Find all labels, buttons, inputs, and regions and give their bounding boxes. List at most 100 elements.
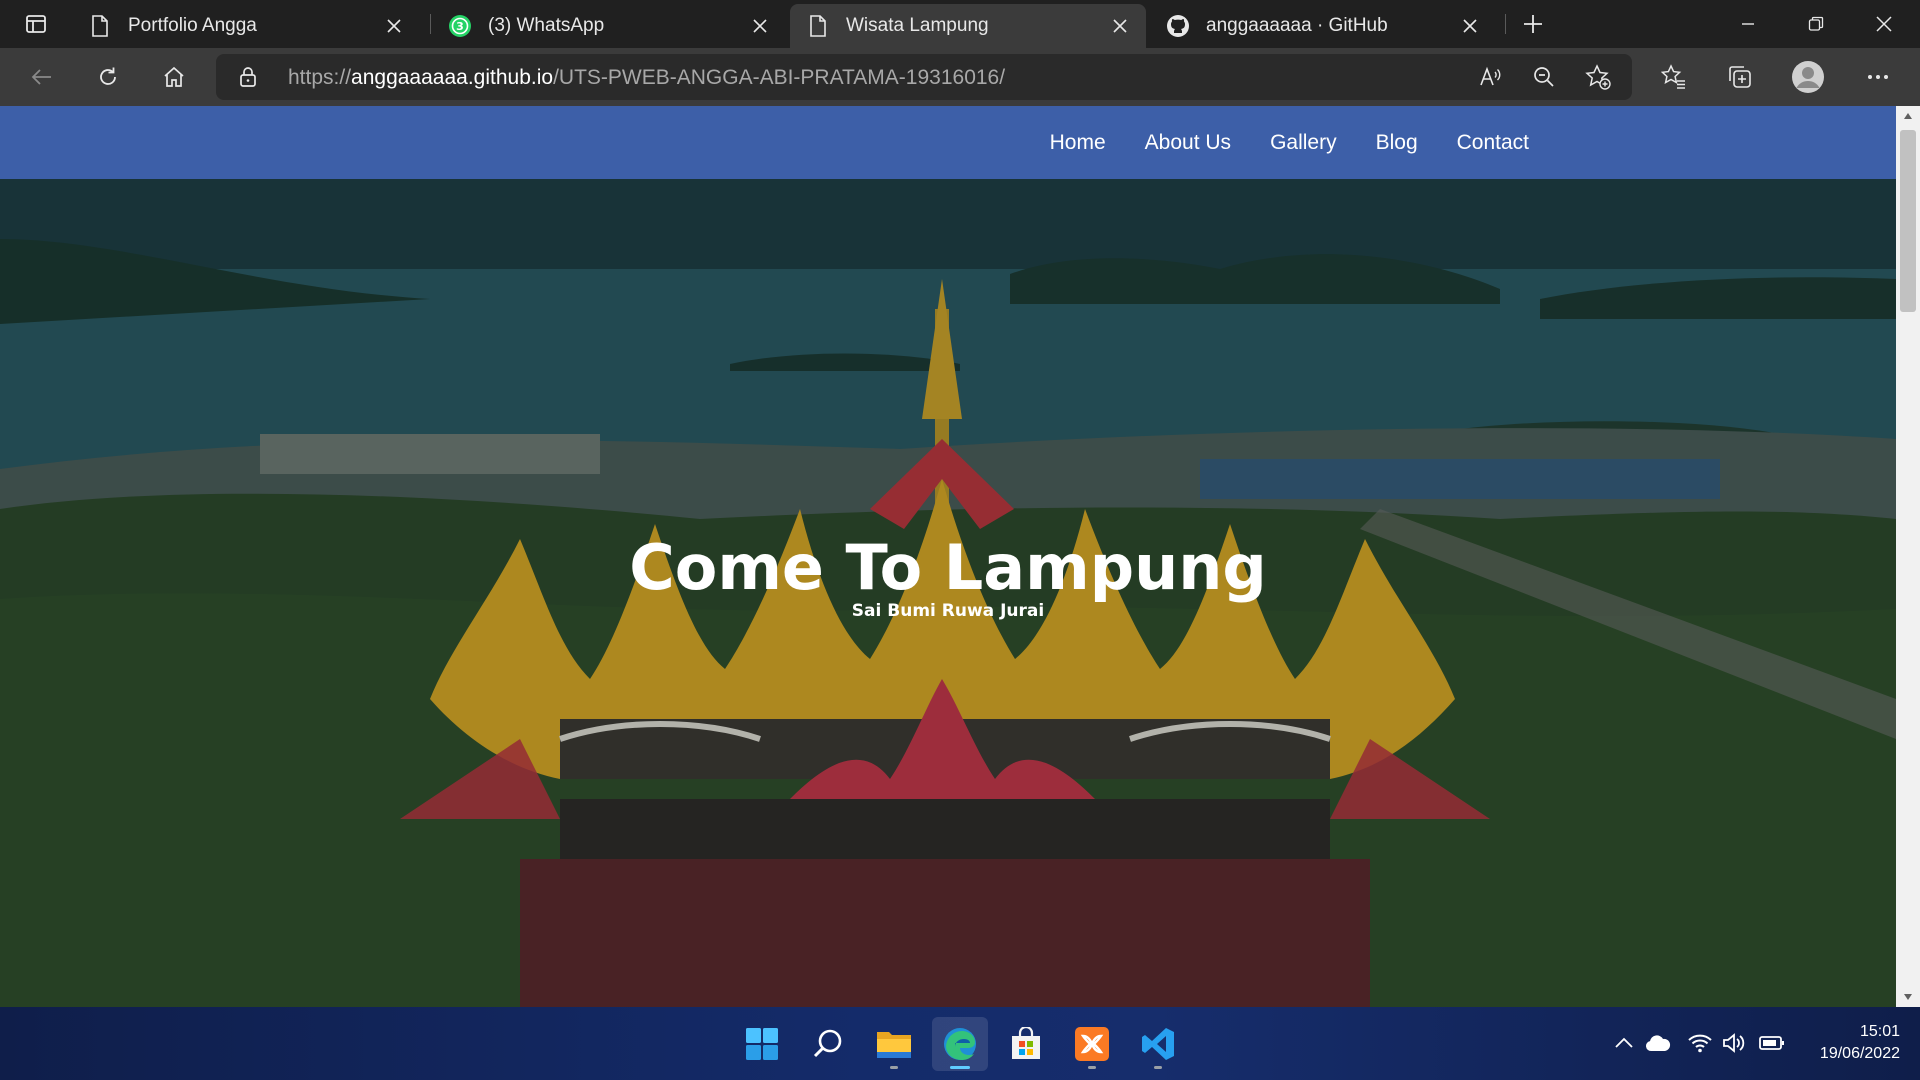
more-dots-icon [1868, 75, 1888, 79]
clock-time: 15:01 [1859, 1023, 1900, 1040]
active-indicator [950, 1066, 970, 1069]
home-button[interactable] [154, 59, 194, 95]
back-arrow-icon [31, 69, 51, 85]
refresh-button[interactable] [88, 59, 128, 95]
favorites-button[interactable] [1654, 59, 1694, 95]
nav-link-contact[interactable]: Contact [1457, 131, 1529, 155]
url-text[interactable]: https://anggaaaaaa.github.io/UTS-PWEB-AN… [288, 66, 1005, 90]
tab-separator [1505, 14, 1506, 34]
windows-start-icon [746, 1028, 778, 1060]
add-favorite-button[interactable] [1580, 61, 1616, 93]
browser-toolbar: https://anggaaaaaa.github.io/UTS-PWEB-AN… [0, 48, 1920, 106]
back-button[interactable] [22, 59, 62, 95]
home-icon [164, 66, 184, 87]
close-window-button[interactable] [1850, 0, 1918, 48]
taskbar-microsoft-store[interactable] [998, 1017, 1054, 1071]
search-icon [813, 1029, 842, 1058]
zoom-out-icon [1534, 67, 1554, 87]
close-tab-icon[interactable] [1458, 14, 1482, 38]
minimize-icon [1742, 23, 1754, 25]
scrollbar-thumb[interactable] [1900, 130, 1916, 312]
page-scrollbar[interactable] [1896, 106, 1920, 1007]
network-button[interactable] [1684, 1027, 1716, 1059]
close-icon [1876, 16, 1892, 32]
tab-strip: Portfolio Angga 3 (3) WhatsApp Wisata La… [0, 0, 1920, 48]
windows-taskbar: 15:01 19/06/2022 [0, 1007, 1920, 1080]
plus-icon [1524, 15, 1542, 33]
page-icon [806, 14, 830, 38]
tab-title: Portfolio Angga [128, 15, 257, 36]
scroll-down-button[interactable] [1896, 987, 1920, 1007]
hero-subtitle: Sai Bumi Ruwa Jurai [851, 601, 1045, 621]
svg-text:3: 3 [456, 20, 464, 33]
read-aloud-icon [1480, 66, 1501, 86]
taskbar-file-explorer[interactable] [866, 1017, 922, 1071]
triangle-down-icon [1904, 994, 1912, 1000]
settings-menu-button[interactable] [1858, 59, 1898, 95]
tab-github[interactable]: anggaaaaaa · GitHub [1150, 4, 1496, 48]
onedrive-button[interactable] [1642, 1027, 1674, 1059]
close-tab-icon[interactable] [748, 14, 772, 38]
address-bar[interactable]: https://anggaaaaaa.github.io/UTS-PWEB-AN… [216, 54, 1632, 100]
close-tab-icon[interactable] [382, 14, 406, 38]
zoom-button[interactable] [1526, 61, 1562, 93]
start-button[interactable] [734, 1017, 790, 1071]
site-navbar: Home About Us Gallery Blog Contact [0, 106, 1896, 179]
tab-portfolio[interactable]: Portfolio Angga [72, 4, 420, 48]
tab-wisata-lampung[interactable]: Wisata Lampung [790, 4, 1146, 48]
url-scheme: https:// [288, 66, 352, 89]
page-icon [88, 14, 112, 38]
taskbar-search-button[interactable] [800, 1017, 856, 1071]
tab-title: Wisata Lampung [846, 15, 989, 36]
system-clock[interactable]: 15:01 19/06/2022 [1820, 1021, 1900, 1065]
battery-icon [1759, 1036, 1784, 1050]
running-indicator [1154, 1066, 1162, 1069]
running-indicator [890, 1066, 898, 1069]
taskbar-vscode[interactable] [1130, 1017, 1186, 1071]
refresh-icon [100, 67, 116, 85]
read-aloud-button[interactable] [1472, 61, 1508, 93]
profile-button[interactable] [1788, 59, 1828, 95]
page-viewport: Home About Us Gallery Blog Contact Come … [0, 106, 1896, 1007]
favorites-icon [1661, 64, 1685, 89]
tab-actions-icon [26, 15, 46, 33]
github-icon [1166, 14, 1190, 38]
collections-button[interactable] [1720, 59, 1760, 95]
chevron-up-icon [1615, 1037, 1633, 1048]
triangle-up-icon [1904, 113, 1912, 119]
taskbar-edge[interactable] [932, 1017, 988, 1071]
onedrive-cloud-icon [1645, 1035, 1671, 1051]
tab-actions-button[interactable] [16, 10, 56, 38]
taskbar-xampp[interactable] [1064, 1017, 1120, 1071]
avatar [1792, 61, 1824, 93]
clock-date: 19/06/2022 [1819, 1045, 1900, 1062]
nav-link-blog[interactable]: Blog [1376, 131, 1418, 155]
lock-icon[interactable] [236, 65, 260, 89]
tab-title: (3) WhatsApp [488, 15, 605, 36]
nav-link-about-us[interactable]: About Us [1145, 131, 1231, 155]
site-nav-menu: Home About Us Gallery Blog Contact [1050, 106, 1529, 179]
scroll-up-button[interactable] [1896, 106, 1920, 126]
minimize-button[interactable] [1714, 0, 1782, 48]
close-tab-icon[interactable] [1108, 14, 1132, 38]
url-path: /UTS-PWEB-ANGGA-ABI-PRATAMA-19316016/ [553, 66, 1006, 89]
nav-link-home[interactable]: Home [1050, 131, 1106, 155]
star-add-icon [1585, 64, 1611, 90]
tab-separator [430, 14, 431, 34]
running-indicator [1088, 1066, 1096, 1069]
show-hidden-icons-button[interactable] [1608, 1027, 1640, 1059]
whatsapp-icon: 3 [448, 14, 472, 38]
xampp-icon [1075, 1027, 1109, 1061]
volume-button[interactable] [1718, 1027, 1750, 1059]
volume-icon [1723, 1033, 1745, 1053]
vscode-icon [1142, 1028, 1174, 1060]
restore-icon [1808, 16, 1824, 31]
battery-button[interactable] [1756, 1027, 1788, 1059]
microsoft-store-icon [1012, 1027, 1040, 1059]
hero-title: Come To Lampung [629, 531, 1267, 604]
restore-button[interactable] [1782, 0, 1850, 48]
edge-icon [944, 1028, 976, 1060]
nav-link-gallery[interactable]: Gallery [1270, 131, 1337, 155]
new-tab-button[interactable] [1517, 10, 1549, 38]
tab-whatsapp[interactable]: 3 (3) WhatsApp [432, 4, 786, 48]
